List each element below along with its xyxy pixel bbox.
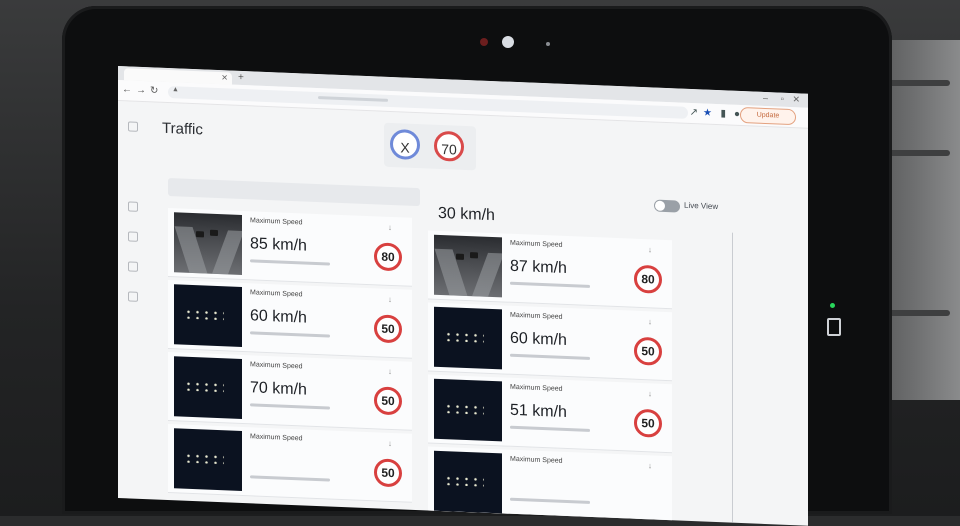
- star-icon[interactable]: ★: [703, 107, 712, 118]
- speed-limit-sign: 50: [374, 314, 402, 344]
- sidebar-nav-icon[interactable]: [128, 201, 138, 212]
- filter-bar[interactable]: [168, 178, 420, 207]
- measured-speed: 85 km/h: [250, 235, 307, 255]
- update-button[interactable]: Update: [740, 106, 796, 126]
- speed-limit-sign: 50: [634, 336, 662, 366]
- download-icon[interactable]: ↓: [648, 389, 652, 398]
- measured-speed: 60 km/h: [250, 307, 307, 327]
- speed-limit-sign: 80: [374, 242, 402, 272]
- event-label: Maximum Speed: [510, 239, 563, 249]
- event-label: Maximum Speed: [510, 383, 563, 393]
- event-thumbnail[interactable]: [174, 284, 242, 347]
- speed-event-card[interactable]: Maximum Speed 60 km/h ↓ 50: [168, 280, 412, 359]
- event-timestamp: [250, 403, 330, 410]
- download-icon[interactable]: ↓: [648, 317, 652, 326]
- status-led: [830, 303, 835, 308]
- current-signs: X 70: [384, 122, 476, 171]
- download-icon[interactable]: ↓: [388, 295, 392, 304]
- speed-event-card[interactable]: Maximum Speed 85 km/h ↓ 80: [168, 208, 412, 287]
- event-timestamp: [250, 475, 330, 482]
- url-text: [318, 96, 388, 102]
- close-window-icon[interactable]: ✕: [792, 94, 800, 105]
- download-icon[interactable]: ↓: [648, 245, 652, 254]
- close-tab-icon[interactable]: ✕: [221, 73, 228, 82]
- maximize-icon[interactable]: ▫: [781, 94, 784, 104]
- event-timestamp: [510, 425, 590, 432]
- reload-icon[interactable]: ↻: [150, 85, 158, 96]
- sidepanel-icon[interactable]: ▮: [720, 108, 726, 119]
- speed-limit-sign: 50: [374, 386, 402, 416]
- download-icon[interactable]: ↓: [388, 439, 392, 448]
- measured-speed: 51 km/h: [510, 401, 567, 422]
- browser-window: ✕ + – ▫ ✕ ← → ↻ ▲ ↗ ★ ▮ ● Update Traffic…: [118, 66, 808, 526]
- event-timestamp: [510, 281, 590, 288]
- speed-limit-sign: 50: [634, 408, 662, 438]
- event-label: Maximum Speed: [250, 289, 303, 299]
- event-label: Maximum Speed: [510, 455, 563, 465]
- download-icon[interactable]: ↓: [388, 367, 392, 376]
- current-speed: 30 km/h: [438, 204, 495, 225]
- battery-icon: [827, 318, 841, 336]
- speed-limit-end-sign: X: [390, 128, 420, 161]
- event-thumbnail[interactable]: [434, 234, 502, 298]
- minimize-icon[interactable]: –: [763, 93, 768, 103]
- sidebar-nav-icon[interactable]: [128, 261, 138, 272]
- event-thumbnail[interactable]: [174, 356, 242, 419]
- event-thumbnail[interactable]: [434, 450, 502, 514]
- event-thumbnail[interactable]: [174, 212, 242, 275]
- event-timestamp: [510, 353, 590, 360]
- live-view-toggle[interactable]: [654, 199, 680, 213]
- measured-speed: 60 km/h: [510, 329, 567, 350]
- event-thumbnail[interactable]: [434, 378, 502, 442]
- measured-speed: 70 km/h: [250, 379, 307, 399]
- extension-icon[interactable]: ↗: [690, 107, 698, 118]
- speed-event-card[interactable]: Maximum Speed 51 km/h ↓ 50: [428, 374, 672, 454]
- event-timestamp: [250, 259, 330, 266]
- speed-event-card[interactable]: Maximum Speed 60 km/h ↓ 50: [428, 302, 672, 382]
- page-title: Traffic: [162, 119, 203, 139]
- event-label: Maximum Speed: [510, 311, 563, 321]
- forward-arrow-icon[interactable]: →: [136, 85, 146, 96]
- new-tab-icon[interactable]: +: [238, 72, 244, 83]
- speed-limit-sign: 70: [434, 130, 464, 162]
- measured-speed: 87 km/h: [510, 257, 567, 278]
- camera-lens: [502, 36, 514, 48]
- speed-event-card[interactable]: Maximum Speed ↓ 50: [168, 424, 412, 503]
- event-timestamp: [250, 331, 330, 338]
- speed-limit-sign: 80: [634, 264, 662, 294]
- speed-limit-sign: 50: [374, 458, 402, 488]
- sidebar-nav-icon[interactable]: [128, 121, 138, 132]
- back-arrow-icon[interactable]: ←: [122, 84, 132, 95]
- scrollbar-track[interactable]: [732, 232, 733, 526]
- speed-event-card[interactable]: Maximum Speed 87 km/h ↓ 80: [428, 230, 672, 310]
- event-timestamp: [510, 497, 590, 504]
- event-thumbnail[interactable]: [434, 306, 502, 370]
- event-label: Maximum Speed: [250, 217, 303, 227]
- event-label: Maximum Speed: [250, 361, 303, 371]
- sensor-dot: [546, 42, 550, 46]
- sidebar-nav-icon[interactable]: [128, 291, 138, 302]
- speed-event-card[interactable]: Maximum Speed 70 km/h ↓ 50: [168, 352, 412, 431]
- download-icon[interactable]: ↓: [388, 223, 392, 232]
- lock-icon[interactable]: ▲: [172, 86, 179, 93]
- sidebar: [118, 101, 146, 502]
- event-thumbnail[interactable]: [174, 428, 242, 491]
- live-view-label: Live View: [684, 200, 719, 212]
- sidebar-nav-icon[interactable]: [128, 231, 138, 242]
- download-icon[interactable]: ↓: [648, 461, 652, 470]
- camera-indicator: [480, 38, 488, 46]
- event-label: Maximum Speed: [250, 433, 303, 443]
